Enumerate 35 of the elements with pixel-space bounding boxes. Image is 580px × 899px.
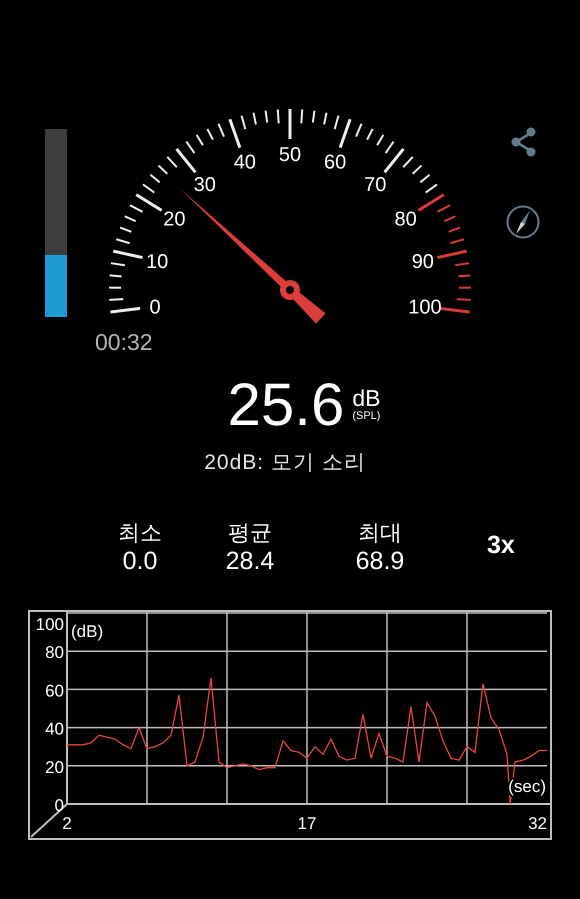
y-axis-label: 0: [54, 796, 64, 815]
stat-value: 0.0: [122, 546, 158, 576]
unit-note: (SPL): [352, 409, 380, 423]
level-description: 20dB: 모기 소리: [204, 450, 366, 476]
elapsed-time: 00:32: [95, 329, 153, 355]
gauge-label: 80: [394, 208, 417, 230]
y-axis-label: 80: [45, 643, 64, 662]
gauge-label: 100: [408, 296, 442, 319]
y-axis-label: 100: [36, 615, 64, 634]
gauge-label: 30: [194, 174, 216, 196]
gauge-label: 20: [163, 208, 186, 230]
gauge-label: 50: [278, 144, 302, 166]
stat-label: 최대: [358, 520, 402, 546]
y-axis-label: 20: [45, 758, 64, 777]
stat-label: 평균: [228, 520, 272, 546]
compass-icon[interactable]: [506, 206, 540, 238]
x-axis-label: 17: [298, 814, 316, 833]
stat-value: 68.9: [356, 546, 404, 576]
sound-level-reading: 25.6: [228, 374, 344, 436]
gauge-label: 40: [234, 152, 256, 174]
stat-label: 최소: [118, 520, 162, 546]
x-axis-label: 2: [62, 814, 72, 833]
y-axis-label: 40: [45, 720, 64, 739]
zoom-button[interactable]: 3x: [483, 529, 519, 562]
share-icon[interactable]: [512, 128, 536, 156]
y-axis-title: (dB): [71, 622, 104, 641]
gauge-label: 0: [149, 296, 161, 319]
gauge-label: 90: [412, 250, 434, 273]
gauge-label: 10: [146, 250, 168, 273]
gauge-label: 70: [364, 174, 386, 196]
stat-value: 28.4: [226, 546, 274, 576]
y-axis-label: 60: [45, 681, 64, 700]
gauge-label: 60: [324, 152, 346, 174]
x-axis-label: 32: [528, 814, 547, 833]
unit-label: dB: [352, 387, 380, 409]
